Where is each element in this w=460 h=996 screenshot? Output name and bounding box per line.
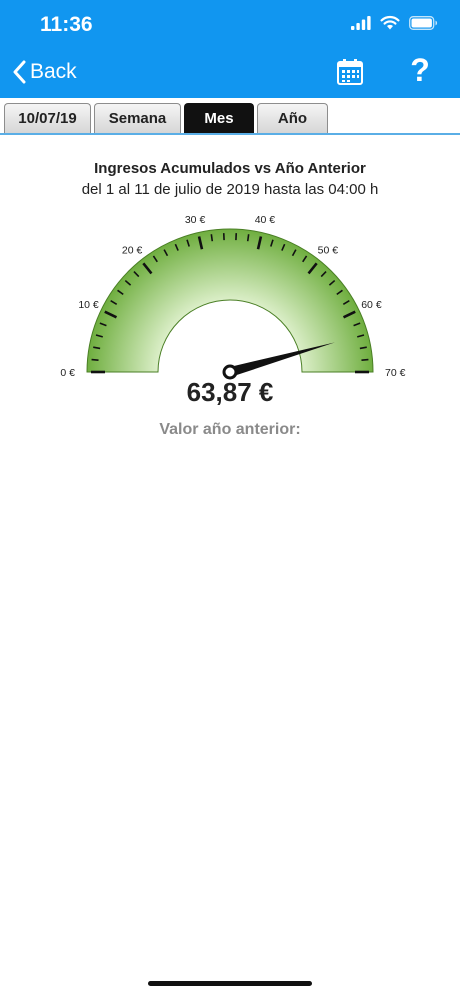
back-label: Back bbox=[30, 60, 77, 83]
gauge-minor-tick bbox=[361, 358, 369, 361]
gauge-tick-label: 50 € bbox=[318, 244, 339, 256]
chart-subtitle: del 1 al 11 de julio de 2019 hasta las 0… bbox=[81, 181, 379, 198]
tab-day[interactable]: 10/07/19 bbox=[4, 103, 91, 133]
app-header: 11:36 Back ? bbox=[0, 0, 460, 98]
tab-month[interactable]: Mes bbox=[184, 103, 254, 133]
tab-year[interactable]: Año bbox=[257, 103, 328, 133]
gauge-chart: 0 €10 €20 €30 €40 €50 €60 €70 € bbox=[60, 214, 406, 380]
gauge-minor-tick bbox=[210, 234, 214, 242]
tabs-underline bbox=[0, 133, 460, 135]
battery-icon bbox=[409, 15, 438, 30]
calendar-button[interactable] bbox=[336, 58, 364, 91]
tab-week[interactable]: Semana bbox=[94, 103, 181, 133]
previous-year-label: Valor año anterior: bbox=[159, 421, 301, 438]
status-time: 11:36 bbox=[40, 13, 93, 36]
chart-title: Ingresos Acumulados vs Año Anterior bbox=[94, 160, 366, 177]
wifi-icon bbox=[380, 15, 400, 30]
back-button[interactable]: Back bbox=[12, 60, 77, 84]
gauge-tick-label: 20 € bbox=[122, 244, 143, 256]
help-button[interactable]: ? bbox=[405, 52, 435, 89]
gauge-minor-tick bbox=[91, 358, 99, 361]
gauge-value: 63,87 € bbox=[186, 377, 274, 407]
signal-icon bbox=[351, 15, 371, 30]
gauge-tick-label: 30 € bbox=[185, 214, 206, 226]
status-icons bbox=[351, 15, 438, 30]
home-indicator bbox=[148, 981, 312, 986]
calendar-icon bbox=[337, 59, 363, 85]
chevron-left-icon bbox=[13, 60, 26, 84]
gauge-tick-label: 10 € bbox=[78, 299, 99, 311]
gauge-minor-tick bbox=[246, 234, 250, 242]
gauge-tick-label: 40 € bbox=[255, 214, 276, 226]
gauge-tick-label: 60 € bbox=[361, 299, 382, 311]
